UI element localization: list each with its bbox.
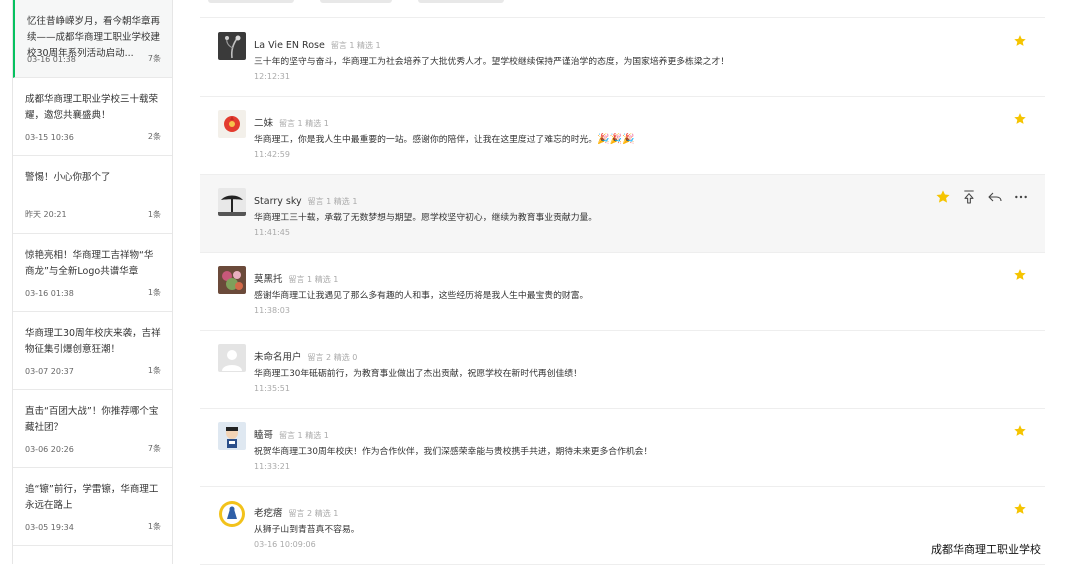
filter-bar	[200, 0, 1045, 18]
comment-stats: 留言 2 精选 0	[307, 353, 358, 362]
star-icon[interactable]	[1013, 34, 1027, 48]
comment-stats: 留言 1 精选 1	[279, 119, 329, 128]
article-comment-count: 1条	[147, 288, 161, 297]
star-icon[interactable]	[1013, 268, 1027, 282]
party-emoji: 🎉🎉🎉	[597, 134, 635, 145]
watermark: 成都华商理工职业学校	[931, 543, 1041, 556]
comment-list: La Vie EN Rose 留言 1 精选 1 三十年的坚守与奋斗，华商理工为社…	[200, 19, 1045, 565]
article-comment-count: 7条	[147, 444, 161, 453]
article-comment-count: 1条	[147, 210, 161, 219]
article-item[interactable]: 华商理工30周年校庆来袭，吉祥物征集引爆创意狂潮！ 03-07 20:37 1条	[13, 312, 172, 390]
article-item[interactable]: 追“镲”前行，学雷镲，华商理工永远在路上 03-05 19:34 1条	[13, 468, 172, 546]
commenter-name[interactable]: 莫黑托	[254, 274, 283, 285]
article-list: 忆往昔峥嵘岁月，看今朝华章再续——成都华商理工职业学校建校30周年系列活动启动.…	[12, 0, 173, 564]
avatar[interactable]	[218, 344, 246, 372]
comment-item: Starry sky 留言 1 精选 1 华商理工三十载，承载了无数梦想与期望。愿…	[200, 175, 1045, 253]
article-item[interactable]: 成都华商理工职业学校三十载荣耀，邀您共襄盛典！ 03-15 10:36 2条	[13, 78, 172, 156]
article-title: 追“镲”前行，学雷镲，华商理工永远在路上	[25, 484, 159, 511]
article-date: 03-15 10:36	[25, 133, 74, 142]
star-icon[interactable]	[935, 189, 951, 205]
comment-item: 瞌哥 留言 1 精选 1 祝贺华商理工30周年校庆！作为合作伙伴，我们深感荣幸能与…	[200, 409, 1045, 487]
article-date: 03-05 19:34	[25, 523, 74, 532]
comment-item: 二妹 留言 1 精选 1 华商理工，你是我人生中最重要的一站。感谢你的陪伴，让我在…	[200, 97, 1045, 175]
filter-tab[interactable]	[418, 0, 504, 3]
comment-time: 03-16 10:09:06	[254, 540, 316, 549]
comment-text: 华商理工三十载，承载了无数梦想与期望。愿学校坚守初心，继续为教育事业贡献力量。	[254, 213, 598, 223]
article-date: 03-07 20:37	[25, 367, 74, 376]
comment-stats: 留言 1 精选 1	[288, 275, 339, 284]
comment-time: 12:12:31	[254, 72, 290, 81]
article-comment-count: 2条	[147, 132, 161, 141]
star-icon[interactable]	[1013, 502, 1027, 516]
avatar[interactable]	[218, 188, 246, 216]
comment-time: 11:35:51	[254, 384, 290, 393]
comment-stats: 留言 1 精选 1	[307, 197, 358, 206]
article-date: 03-06 20:26	[25, 445, 74, 454]
commenter-name[interactable]: 二妹	[254, 118, 273, 129]
comment-actions	[935, 189, 1029, 205]
commenter-name[interactable]: La Vie EN Rose	[254, 40, 325, 51]
comment-text: 祝贺华商理工30周年校庆！作为合作伙伴，我们深感荣幸能与贵校携手共进，期待未来更…	[254, 447, 653, 457]
commenter-name[interactable]: 老疙瘩	[254, 508, 283, 519]
comment-time: 11:42:59	[254, 150, 290, 159]
avatar[interactable]	[218, 500, 246, 528]
avatar[interactable]	[218, 422, 246, 450]
filter-tab[interactable]	[208, 0, 294, 3]
comment-text: 三十年的坚守与奋斗，华商理工为社会培养了大批优秀人才。望学校继续保持严谨治学的态…	[254, 57, 730, 67]
article-item[interactable]: 警惕！小心你那个了 昨天 20:21 1条	[13, 156, 172, 234]
comment-stats: 留言 1 精选 1	[279, 431, 329, 440]
avatar[interactable]	[218, 110, 246, 138]
article-title: 警惕！小心你那个了	[25, 172, 111, 183]
more-icon[interactable]	[1013, 189, 1029, 205]
comment-time: 11:33:21	[254, 462, 290, 471]
avatar[interactable]	[218, 266, 246, 294]
comment-time: 11:38:03	[254, 306, 290, 315]
comment-item: 莫黑托 留言 1 精选 1 感谢华商理工让我遇见了那么多有趣的人和事，这些经历将是…	[200, 253, 1045, 331]
comment-stats: 留言 2 精选 1	[288, 509, 339, 518]
article-comment-count: 1条	[147, 522, 161, 531]
comment-text: 从狮子山到青苔真不容易。	[254, 525, 360, 535]
comment-text: 华商理工30年砥砺前行，为教育事业做出了杰出贡献，祝愿学校在新时代再创佳绩！	[254, 369, 582, 379]
star-icon[interactable]	[1013, 424, 1027, 438]
comment-item: La Vie EN Rose 留言 1 精选 1 三十年的坚守与奋斗，华商理工为社…	[200, 19, 1045, 97]
article-item[interactable]: 忆往昔峥嵘岁月，看今朝华章再续——成都华商理工职业学校建校30周年系列活动启动.…	[13, 0, 172, 78]
comment-item: 未命名用户 留言 2 精选 0 华商理工30年砥砺前行，为教育事业做出了杰出贡献，…	[200, 331, 1045, 409]
comment-stats: 留言 1 精选 1	[330, 41, 381, 50]
comment-text: 感谢华商理工让我遇见了那么多有趣的人和事，这些经历将是我人生中最宝贵的财富。	[254, 291, 589, 301]
comment-item: 老疙瘩 留言 2 精选 1 从狮子山到青苔真不容易。 03-16 10:09:06	[200, 487, 1045, 565]
filter-tab[interactable]	[320, 0, 392, 3]
article-date: 昨天 20:21	[25, 210, 67, 219]
avatar[interactable]	[218, 32, 246, 60]
article-date: 03-16 01:38	[25, 289, 74, 298]
article-title: 华商理工30周年校庆来袭，吉祥物征集引爆创意狂潮！	[25, 328, 161, 355]
commenter-name[interactable]: 瞌哥	[254, 430, 273, 441]
article-item[interactable]: 惊艳亮相！华商理工吉祥物“华商龙”与全新Logo共谱华章 03-16 01:38…	[13, 234, 172, 312]
article-item[interactable]: 直击“百团大战”！你推荐哪个宝藏社团？ 03-06 20:26 7条	[13, 390, 172, 468]
article-comment-count: 7条	[147, 54, 161, 63]
article-title: 成都华商理工职业学校三十载荣耀，邀您共襄盛典！	[25, 94, 159, 121]
comment-text: 华商理工，你是我人生中最重要的一站。感谢你的陪伴，让我在这里度过了难忘的时光。🎉…	[254, 134, 635, 145]
article-comment-count: 1条	[147, 366, 161, 375]
article-date: 03-16 01:38	[27, 55, 76, 64]
pin-to-top-icon[interactable]	[961, 189, 977, 205]
commenter-name[interactable]: 未命名用户	[254, 352, 302, 363]
article-title: 直击“百团大战”！你推荐哪个宝藏社团？	[25, 406, 159, 433]
article-title: 惊艳亮相！华商理工吉祥物“华商龙”与全新Logo共谱华章	[25, 250, 154, 277]
comment-time: 11:41:45	[254, 228, 290, 237]
commenter-name[interactable]: Starry sky	[254, 196, 302, 207]
star-icon[interactable]	[1013, 112, 1027, 126]
reply-icon[interactable]	[987, 189, 1003, 205]
